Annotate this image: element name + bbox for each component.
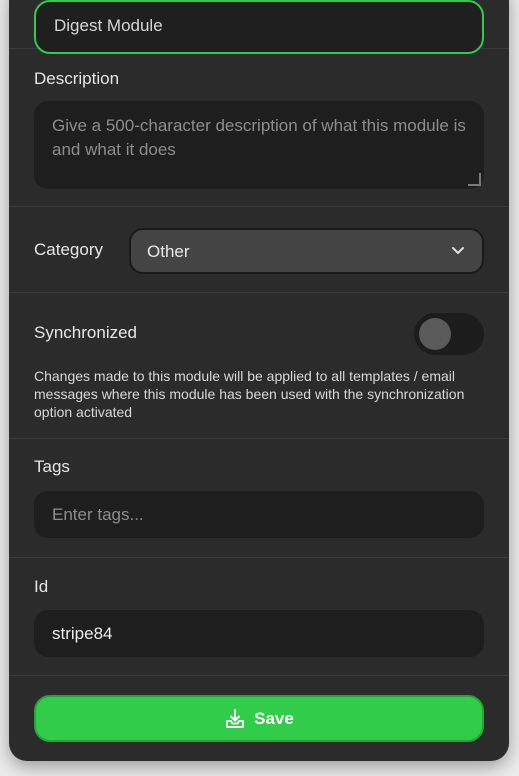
id-section: Id stripe84 bbox=[9, 558, 509, 676]
toggle-knob bbox=[419, 318, 451, 350]
module-settings-panel: Digest Module Description Give a 500-cha… bbox=[9, 0, 509, 761]
id-value: stripe84 bbox=[52, 624, 113, 643]
synchronized-toggle[interactable] bbox=[414, 313, 484, 355]
id-label: Id bbox=[34, 577, 49, 596]
chevron-down-icon bbox=[452, 247, 464, 254]
tags-placeholder: Enter tags... bbox=[52, 505, 144, 524]
name-section: Digest Module bbox=[9, 0, 509, 54]
synchronized-hint: Changes made to this module will be appl… bbox=[34, 368, 465, 420]
synchronized-label: Synchronized bbox=[34, 323, 138, 342]
module-name-input[interactable]: Digest Module bbox=[34, 0, 484, 54]
category-section: Category Other bbox=[9, 207, 509, 293]
description-textarea[interactable]: Give a 500-character description of what… bbox=[34, 101, 484, 189]
description-label: Description bbox=[34, 69, 120, 88]
tags-section: Tags Enter tags... bbox=[9, 439, 509, 558]
tags-input[interactable]: Enter tags... bbox=[34, 491, 484, 538]
synchronized-section: Synchronized Changes made to this module… bbox=[9, 293, 509, 439]
category-selected-value: Other bbox=[147, 242, 190, 261]
save-button-label: Save bbox=[254, 708, 294, 728]
module-name-value: Digest Module bbox=[54, 16, 163, 35]
category-select[interactable]: Other bbox=[129, 228, 484, 274]
tags-label: Tags bbox=[34, 457, 70, 476]
id-input[interactable]: stripe84 bbox=[34, 610, 484, 657]
resize-handle-icon[interactable] bbox=[468, 173, 481, 186]
save-button[interactable]: Save bbox=[34, 695, 484, 742]
description-section: Description Give a 500-character descrip… bbox=[9, 49, 509, 207]
download-tray-icon bbox=[226, 708, 245, 728]
description-placeholder: Give a 500-character description of what… bbox=[52, 116, 466, 159]
category-label: Category bbox=[34, 240, 103, 259]
